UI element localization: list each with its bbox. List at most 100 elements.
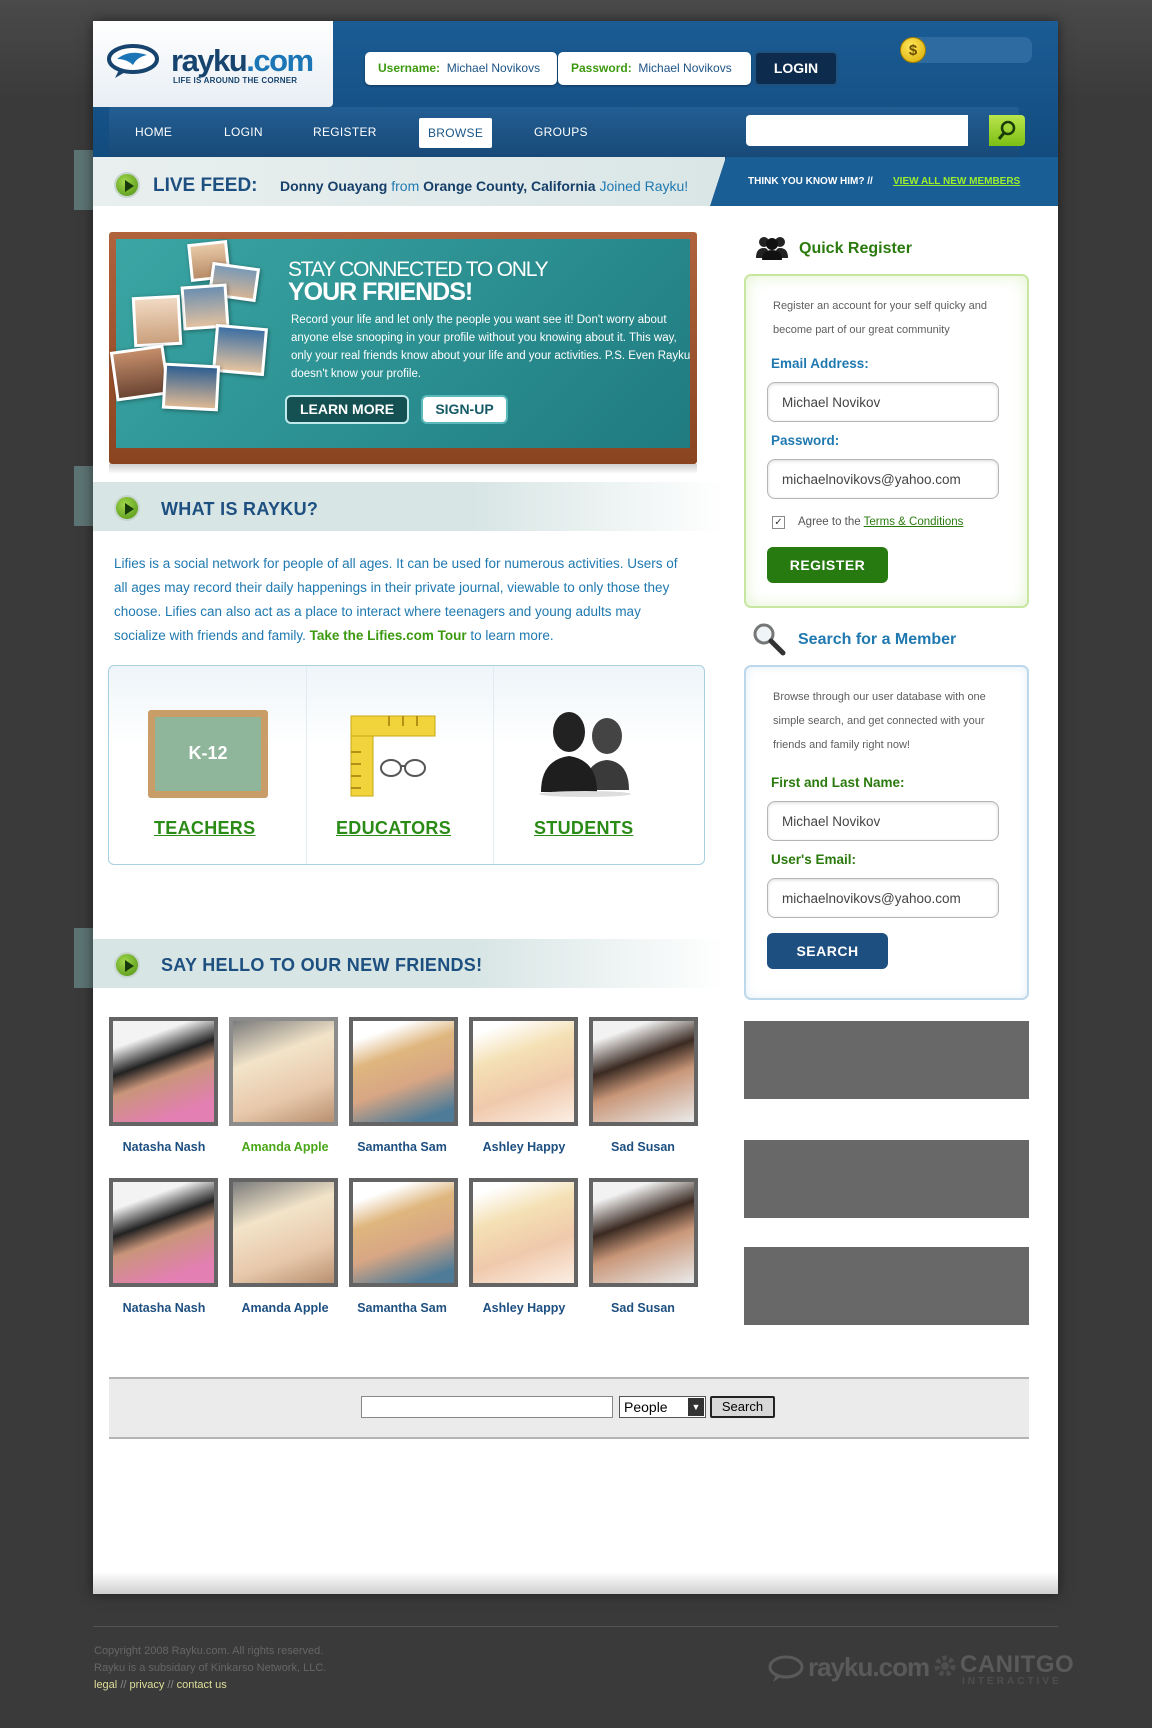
signup-button[interactable]: SIGN-UP (421, 395, 508, 424)
header-search-input[interactable] (746, 115, 968, 146)
educators-link[interactable]: EDUCATORS (336, 818, 451, 839)
register-email-input[interactable]: Michael Novikov (767, 382, 999, 422)
friend-name[interactable]: Sad Susan (578, 1301, 708, 1315)
friend-photo[interactable] (229, 1017, 338, 1126)
register-button[interactable]: REGISTER (767, 547, 888, 583)
nav-browse[interactable]: BROWSE (419, 118, 493, 148)
quick-register-title: Quick Register (799, 240, 912, 257)
bottom-search-button[interactable]: Search (710, 1396, 775, 1418)
what-is-tail: to learn more. (466, 628, 554, 643)
friend-name[interactable]: Ashley Happy (459, 1301, 589, 1315)
live-feed-location: Orange County, California (423, 178, 596, 194)
logo[interactable]: rayku.com LIFE IS AROUND THE CORNER (93, 21, 333, 107)
friend-photo[interactable] (469, 1178, 578, 1287)
username-label: Username: (378, 61, 441, 75)
learn-more-button[interactable]: LEARN MORE (285, 395, 409, 424)
what-is-text: Lifies is a social network for people of… (114, 552, 694, 648)
ad-placeholder (744, 1140, 1029, 1218)
polaroid-photo (131, 294, 183, 348)
legal-link[interactable]: legal (94, 1679, 117, 1691)
bottom-search-input[interactable] (361, 1396, 613, 1418)
password-field[interactable]: Password: Michael Novikovs (558, 52, 751, 85)
friend-photo[interactable] (109, 1017, 218, 1126)
header-search-button[interactable] (989, 115, 1025, 146)
coin-balance-bar (911, 37, 1032, 63)
password-label: Password: (571, 61, 632, 75)
footer-logo-bubble-icon (768, 1655, 804, 1682)
polaroid-photo (212, 323, 268, 377)
login-button[interactable]: LOGIN (754, 51, 838, 86)
username-value: Michael Novikovs (446, 61, 541, 75)
member-name-input[interactable]: Michael Novikov (767, 801, 999, 841)
terms-checkbox[interactable]: ✓ (772, 516, 785, 529)
search-type-select[interactable]: People ▼ (619, 1396, 706, 1418)
register-password-input[interactable]: michaelnovikovs@yahoo.com (767, 459, 999, 499)
password-value: Michael Novikovs (638, 61, 732, 75)
friend-name[interactable]: Sad Susan (578, 1140, 708, 1154)
friend-photo[interactable] (469, 1017, 578, 1126)
terms-link[interactable]: Terms & Conditions (864, 516, 964, 528)
friend-photo[interactable] (109, 1178, 218, 1287)
tour-link[interactable]: Take the Lifies.com Tour (310, 628, 467, 643)
what-is-title: WHAT IS RAYKU? (161, 499, 319, 519)
friend-photo[interactable] (589, 1178, 698, 1287)
nav-home[interactable]: HOME (135, 125, 172, 139)
coin-icon: $ (900, 37, 926, 63)
quick-register-desc: Register an account for your self quicky… (773, 300, 988, 336)
friend-name[interactable]: Samantha Sam (337, 1301, 467, 1315)
footer-canitgo-sub: INTERACTIVE (962, 1676, 1062, 1687)
friend-name[interactable]: Natasha Nash (99, 1140, 229, 1154)
logo-tagline: LIFE IS AROUND THE CORNER (173, 76, 298, 85)
footer-rayku-logo: rayku.com (808, 1652, 930, 1682)
play-icon (114, 172, 140, 198)
friend-name[interactable]: Natasha Nash (99, 1301, 229, 1315)
friend-photo[interactable] (349, 1178, 458, 1287)
member-search-button[interactable]: SEARCH (767, 933, 888, 969)
ruler-glasses-icon (350, 715, 436, 797)
member-email-input[interactable]: michaelnovikovs@yahoo.com (767, 878, 999, 918)
view-all-members-link[interactable]: VIEW ALL NEW MEMBERS (893, 176, 1020, 187)
ad-placeholder (744, 1021, 1029, 1099)
play-icon (114, 495, 140, 521)
friend-name[interactable]: Amanda Apple (220, 1301, 350, 1315)
live-feed-label: LIVE FEED: (153, 175, 258, 196)
friend-name[interactable]: Ashley Happy (459, 1140, 589, 1154)
banner-body: Record your life and let only the people… (291, 314, 691, 380)
chalkboard-text: K-12 (155, 717, 261, 791)
live-feed-from: from (387, 178, 424, 194)
friend-photo[interactable] (229, 1178, 338, 1287)
magnifier-icon (753, 623, 786, 656)
nav-register[interactable]: REGISTER (313, 125, 377, 139)
agree-label: Agree to the (798, 516, 864, 528)
logo-text: rayku.com (171, 43, 314, 78)
footer-canitgo-logo: CANITGO (960, 1651, 1075, 1678)
privacy-link[interactable]: privacy (130, 1679, 165, 1691)
name-label: First and Last Name: (771, 775, 905, 790)
nav-login[interactable]: LOGIN (224, 125, 263, 139)
banner-shadow (109, 464, 697, 474)
divider (306, 666, 307, 864)
copyright: Copyright 2008 Rayku.com. All rights res… (94, 1645, 324, 1657)
username-field[interactable]: Username: Michael Novikovs (365, 52, 557, 85)
footer-divider (93, 1626, 1058, 1627)
live-feed-member[interactable]: Donny Ouayang (280, 178, 387, 194)
contact-link[interactable]: contact us (177, 1679, 227, 1691)
nav-groups[interactable]: GROUPS (534, 125, 588, 139)
students-link[interactable]: STUDENTS (534, 818, 633, 839)
friend-photo[interactable] (349, 1017, 458, 1126)
select-value: People (624, 1399, 668, 1415)
friend-photo[interactable] (589, 1017, 698, 1126)
teachers-link[interactable]: TEACHERS (154, 818, 255, 839)
footer-links: legal // privacy // contact us (94, 1679, 227, 1691)
polaroid-photo (109, 344, 171, 402)
students-icon (539, 712, 631, 797)
gear-icon (934, 1655, 956, 1677)
new-friends-title: SAY HELLO TO OUR NEW FRIENDS! (161, 955, 483, 975)
search-icon (997, 120, 1016, 140)
live-feed-text: Donny Ouayang from Orange County, Califo… (280, 178, 688, 194)
friend-name[interactable]: Samantha Sam (337, 1140, 467, 1154)
chevron-down-icon: ▼ (688, 1398, 704, 1416)
friend-name[interactable]: Amanda Apple (220, 1140, 350, 1154)
chalkboard-icon: K-12 (148, 710, 268, 798)
think-know-him: THINK YOU KNOW HIM? // (748, 176, 873, 187)
